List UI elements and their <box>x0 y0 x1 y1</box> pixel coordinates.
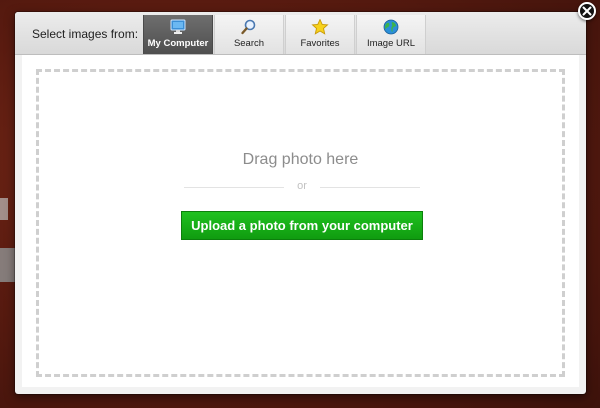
drag-instruction: Drag photo here <box>242 151 359 168</box>
monitor-icon <box>169 19 187 35</box>
or-label: or <box>297 180 307 192</box>
toolbar-label: Select images from: <box>32 27 139 41</box>
photo-dropzone[interactable]: Drag photo here or Upload a photo from y… <box>36 69 565 377</box>
tab-my-computer[interactable]: My Computer <box>143 15 213 54</box>
upload-photo-button[interactable]: Upload a photo from your computer <box>181 211 423 240</box>
separator-line <box>320 187 420 188</box>
backdrop-element <box>0 248 16 282</box>
close-button[interactable] <box>578 2 596 20</box>
star-icon <box>311 18 329 35</box>
source-toolbar: Select images from: My Computer Search F… <box>15 12 586 55</box>
image-picker-dialog: Select images from: My Computer Search F… <box>15 12 586 394</box>
upload-panel: Drag photo here or Upload a photo from y… <box>22 55 579 387</box>
tab-label: Search <box>233 38 265 49</box>
backdrop-element <box>0 198 8 220</box>
or-separator: or <box>184 180 420 194</box>
tab-label: Image URL <box>366 38 416 49</box>
magnifier-icon <box>240 19 258 35</box>
tab-label: Favorites <box>300 38 340 49</box>
tab-label: My Computer <box>147 38 209 49</box>
globe-icon <box>382 19 400 35</box>
tab-search[interactable]: Search <box>214 15 284 54</box>
tab-favorites[interactable]: Favorites <box>285 15 355 54</box>
close-icon <box>582 6 592 16</box>
tab-image-url[interactable]: Image URL <box>356 15 426 54</box>
